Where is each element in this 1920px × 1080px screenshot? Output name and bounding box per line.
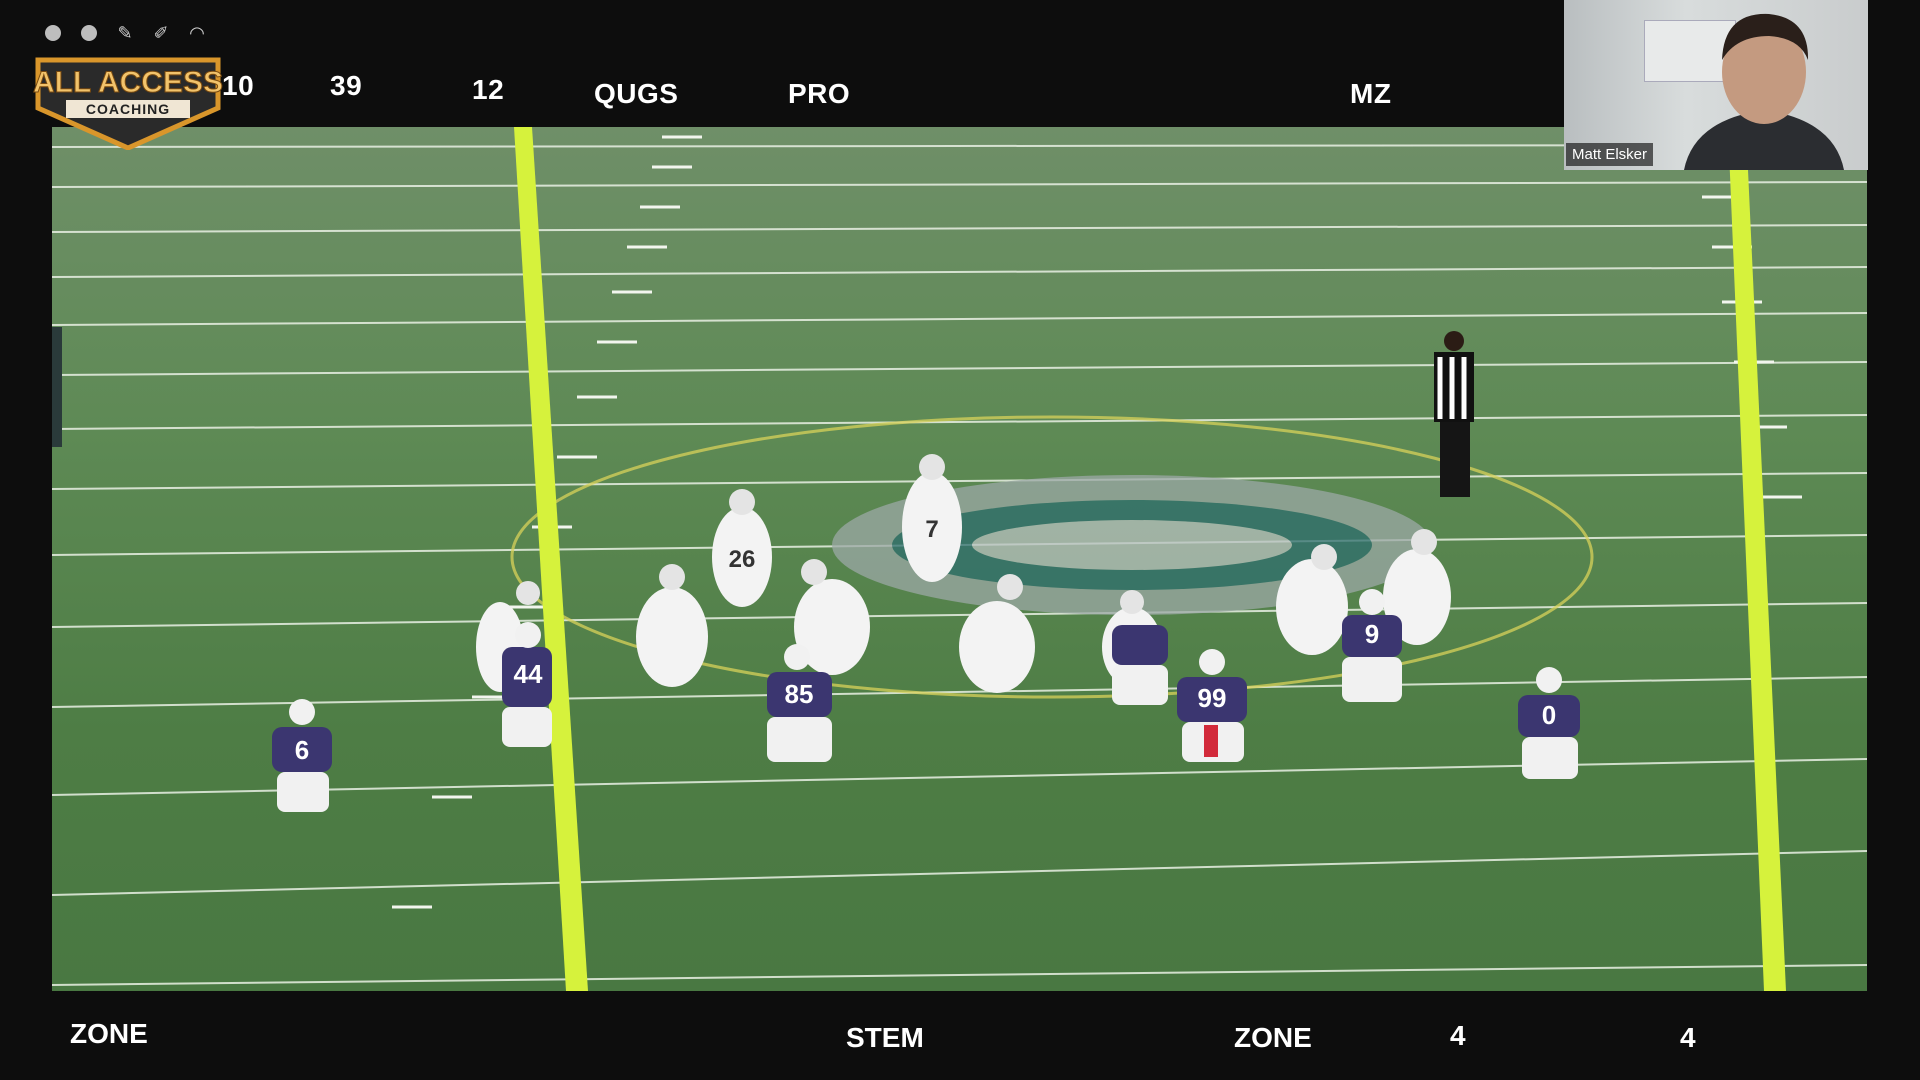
jersey-number: 44	[514, 659, 543, 689]
jersey-number: 85	[785, 679, 814, 709]
jersey-number: 6	[295, 735, 309, 765]
jersey-number: 26	[729, 546, 756, 573]
annotation-toolbar: ✎ ✐ ◠	[40, 20, 210, 46]
top-value-2: 39	[330, 70, 363, 101]
count-2: 4	[1680, 1022, 1696, 1053]
field-drawing: 6 44 85 99 9 0 7 26	[52, 127, 1867, 991]
marker-tool-icon: ✐	[153, 22, 169, 43]
participant-name: Matt Elsker	[1566, 143, 1654, 166]
sideline-person	[52, 327, 62, 447]
circle-tool-button[interactable]	[40, 20, 66, 46]
formation-label: QUGS	[594, 78, 679, 109]
pencil-tool-icon: ✎	[117, 22, 133, 43]
jersey-number: 0	[1542, 700, 1556, 730]
jersey-number: 7	[925, 516, 938, 543]
logo-subtitle: COACHING	[86, 101, 170, 117]
jersey-number: 99	[1198, 683, 1227, 713]
pencil-tool-button[interactable]: ✎	[112, 20, 138, 46]
game-film-frame[interactable]: 6 44 85 99 9 0 7 26	[52, 127, 1867, 991]
logo-title: ALL ACCESS	[33, 66, 223, 99]
marker-tool-button[interactable]: ✐	[148, 20, 174, 46]
jersey-number: 9	[1365, 619, 1379, 649]
helmet-tool-icon: ◠	[189, 22, 205, 43]
count-1: 4	[1450, 1020, 1466, 1051]
helmet-tool-button[interactable]: ◠	[184, 20, 210, 46]
front-label: STEM	[846, 1022, 924, 1053]
pressure-label: ZONE	[1234, 1022, 1312, 1053]
webcam-video-tile[interactable]: Matt Elsker	[1564, 0, 1868, 170]
all-access-coaching-logo: ALL ACCESS COACHING	[28, 50, 228, 151]
top-value-3: 12	[472, 74, 505, 105]
referee	[1434, 331, 1474, 497]
tag-label: MZ	[1350, 78, 1392, 109]
circle-tool-icon	[45, 25, 61, 41]
personnel-label: PRO	[788, 78, 851, 109]
filled-circle-tool-button[interactable]	[76, 20, 102, 46]
circle-filled-tool-icon	[81, 25, 97, 41]
coverage-label: ZONE	[70, 1018, 148, 1049]
